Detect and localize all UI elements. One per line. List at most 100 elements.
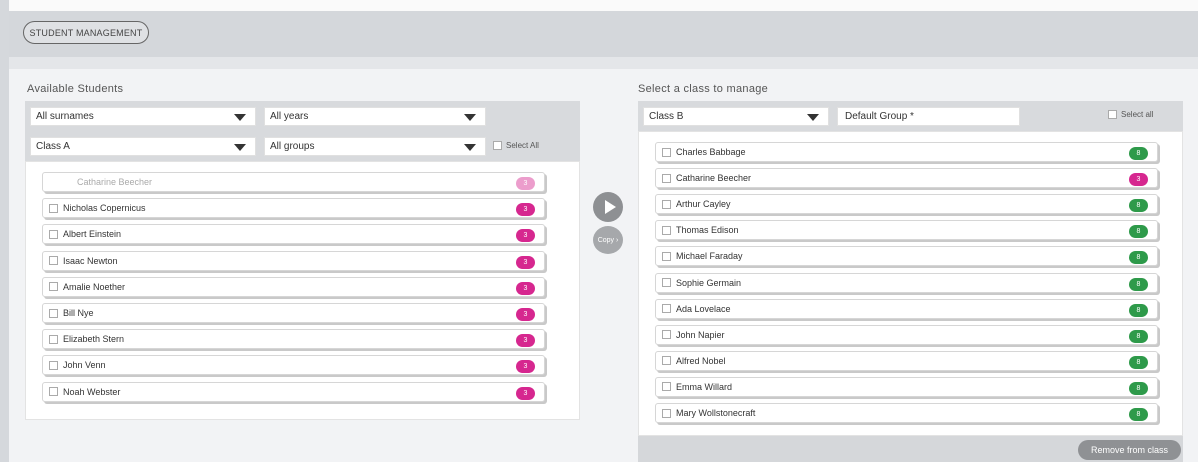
student-name: Arthur Cayley bbox=[676, 199, 731, 210]
student-row[interactable]: Alfred Nobel 8 bbox=[655, 350, 1158, 371]
count-badge: 3 bbox=[516, 255, 535, 269]
chevron-down-icon bbox=[234, 144, 246, 151]
student-row[interactable]: John Napier 8 bbox=[655, 324, 1158, 345]
checkbox-icon[interactable] bbox=[662, 173, 671, 183]
checkbox-icon[interactable] bbox=[49, 203, 58, 213]
count-badge: 3 bbox=[516, 386, 535, 400]
checkbox-icon[interactable] bbox=[662, 330, 671, 340]
count-badge: 8 bbox=[1129, 225, 1148, 239]
left-edge-bar bbox=[0, 0, 9, 462]
target-class-value: Class B bbox=[649, 111, 684, 122]
right-filter-area: Class B Default Group * Select all bbox=[638, 101, 1183, 131]
remove-from-class-button[interactable]: Remove from class bbox=[1078, 440, 1181, 460]
checkbox-icon[interactable] bbox=[662, 304, 671, 314]
chevron-down-icon bbox=[234, 114, 246, 121]
student-row[interactable]: Albert Einstein 3 bbox=[42, 224, 545, 245]
student-row[interactable]: Charles Babbage 8 bbox=[655, 142, 1158, 162]
count-badge: 8 bbox=[1129, 355, 1148, 369]
class-select[interactable]: Class A bbox=[30, 137, 256, 156]
checkbox-icon[interactable] bbox=[662, 251, 671, 261]
count-badge: 3 bbox=[516, 281, 535, 295]
student-row[interactable]: Michael Faraday 8 bbox=[655, 246, 1158, 267]
left-select-all[interactable]: Select All bbox=[493, 141, 539, 150]
checkbox-icon[interactable] bbox=[1108, 110, 1117, 119]
student-row[interactable]: Catharine Beecher 3 bbox=[655, 168, 1158, 189]
transfer-button[interactable] bbox=[593, 192, 623, 222]
checkbox-icon[interactable] bbox=[662, 199, 671, 209]
student-row[interactable]: Catharine Beecher 3 bbox=[42, 172, 545, 192]
top-strip bbox=[9, 0, 1198, 11]
header-sub-band bbox=[9, 57, 1198, 69]
left-filter-area: All surnames All years Class A All group… bbox=[25, 101, 580, 161]
checkbox-icon[interactable] bbox=[49, 387, 58, 397]
checkbox-icon[interactable] bbox=[662, 147, 671, 157]
count-badge: 8 bbox=[1129, 408, 1148, 421]
surname-select[interactable]: All surnames bbox=[30, 107, 256, 126]
student-name: Ada Lovelace bbox=[676, 303, 731, 314]
target-class-select[interactable]: Class B bbox=[643, 107, 829, 126]
student-row[interactable]: Thomas Edison 8 bbox=[655, 220, 1158, 241]
class-select-value: Class A bbox=[36, 141, 70, 152]
checkbox-icon[interactable] bbox=[662, 408, 671, 418]
count-badge: 3 bbox=[516, 229, 535, 243]
header-band bbox=[9, 11, 1198, 57]
count-badge: 8 bbox=[1129, 277, 1148, 291]
checkbox-icon[interactable] bbox=[493, 141, 502, 150]
student-management-button[interactable]: STUDENT MANAGEMENT bbox=[23, 21, 149, 44]
checkbox-icon[interactable] bbox=[49, 360, 58, 370]
student-row[interactable]: Amalie Noether 3 bbox=[42, 276, 545, 297]
student-name: Charles Babbage bbox=[676, 147, 746, 157]
student-row[interactable]: Emma Willard 8 bbox=[655, 376, 1158, 397]
count-badge: 3 bbox=[516, 308, 535, 321]
count-badge: 8 bbox=[1129, 251, 1148, 265]
student-name: Albert Einstein bbox=[63, 229, 122, 240]
student-row[interactable]: John Venn 3 bbox=[42, 355, 545, 376]
checkbox-icon[interactable] bbox=[49, 334, 58, 344]
chevron-down-icon bbox=[807, 114, 819, 121]
years-select[interactable]: All years bbox=[264, 107, 486, 126]
student-name: Amalie Noether bbox=[63, 281, 126, 292]
student-row[interactable]: Nicholas Copernicus 3 bbox=[42, 198, 545, 219]
available-students-title: Available Students bbox=[27, 83, 124, 95]
student-row[interactable]: Elizabeth Stern 3 bbox=[42, 329, 545, 350]
surname-select-value: All surnames bbox=[36, 111, 94, 122]
count-badge: 8 bbox=[1129, 199, 1148, 213]
student-row[interactable]: Bill Nye 3 bbox=[42, 303, 545, 323]
student-name: Thomas Edison bbox=[676, 225, 739, 236]
group-field[interactable]: Default Group * bbox=[837, 107, 1020, 126]
student-row[interactable]: Ada Lovelace 8 bbox=[655, 298, 1158, 319]
student-name: Nicholas Copernicus bbox=[63, 203, 146, 214]
right-select-all-label: Select all bbox=[1121, 110, 1154, 119]
student-row[interactable]: Noah Webster 3 bbox=[42, 381, 545, 402]
student-name: Mary Wollstonecraft bbox=[676, 408, 756, 418]
checkbox-icon[interactable] bbox=[49, 229, 58, 239]
student-name: John Venn bbox=[63, 360, 106, 371]
student-name: Isaac Newton bbox=[63, 255, 118, 266]
right-select-all[interactable]: Select all bbox=[1108, 110, 1153, 119]
copy-button[interactable]: Copy › bbox=[593, 226, 623, 254]
chevron-down-icon bbox=[464, 114, 476, 121]
years-select-value: All years bbox=[270, 111, 309, 122]
student-row[interactable]: Isaac Newton 3 bbox=[42, 250, 545, 271]
checkbox-icon[interactable] bbox=[49, 256, 58, 266]
chevron-down-icon bbox=[464, 144, 476, 151]
student-row[interactable]: Sophie Germain 8 bbox=[655, 272, 1158, 293]
select-class-title: Select a class to manage bbox=[638, 83, 769, 95]
count-badge: 3 bbox=[516, 203, 535, 217]
checkbox-icon[interactable] bbox=[662, 225, 671, 235]
checkbox-icon[interactable] bbox=[49, 308, 58, 318]
count-badge: 8 bbox=[1129, 381, 1148, 395]
groups-select[interactable]: All groups bbox=[264, 137, 486, 156]
student-row[interactable]: Arthur Cayley 8 bbox=[655, 194, 1158, 215]
checkbox-icon[interactable] bbox=[49, 282, 58, 292]
checkbox-icon[interactable] bbox=[662, 382, 671, 392]
count-badge: 8 bbox=[1129, 303, 1148, 317]
group-field-value: Default Group * bbox=[845, 111, 914, 122]
checkbox-icon[interactable] bbox=[662, 278, 671, 287]
count-badge: 3 bbox=[516, 360, 535, 374]
checkbox-icon[interactable] bbox=[662, 356, 671, 366]
student-row[interactable]: Mary Wollstonecraft 8 bbox=[655, 403, 1158, 423]
student-name: Emma Willard bbox=[676, 381, 733, 392]
student-name: Michael Faraday bbox=[676, 251, 743, 262]
play-icon bbox=[605, 200, 616, 214]
